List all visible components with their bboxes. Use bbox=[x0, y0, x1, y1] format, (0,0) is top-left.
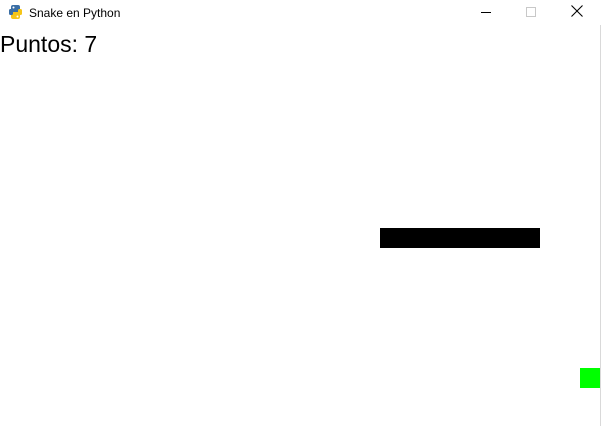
snake-segment bbox=[520, 228, 540, 248]
snake-segment bbox=[440, 228, 460, 248]
snake-segment bbox=[400, 228, 420, 248]
close-button[interactable] bbox=[554, 0, 600, 25]
snake-segment bbox=[380, 228, 400, 248]
title-bar[interactable]: Snake en Python bbox=[0, 0, 601, 25]
score-label: Puntos: 7 bbox=[0, 31, 98, 57]
minimize-button[interactable] bbox=[463, 0, 509, 25]
snake-segment bbox=[420, 228, 440, 248]
close-icon bbox=[571, 4, 583, 22]
maximize-button[interactable] bbox=[508, 0, 554, 25]
window-title: Snake en Python bbox=[29, 6, 121, 20]
game-canvas[interactable]: Puntos: 7 bbox=[0, 25, 600, 426]
food bbox=[580, 368, 600, 388]
game-window: Snake en Python Puntos: 7 bbox=[0, 0, 601, 426]
snake-segment bbox=[500, 228, 520, 248]
snake-segment bbox=[460, 228, 480, 248]
python-icon bbox=[8, 4, 23, 20]
minimize-icon bbox=[481, 4, 491, 22]
snake-segment bbox=[480, 228, 500, 248]
maximize-icon bbox=[526, 4, 536, 22]
